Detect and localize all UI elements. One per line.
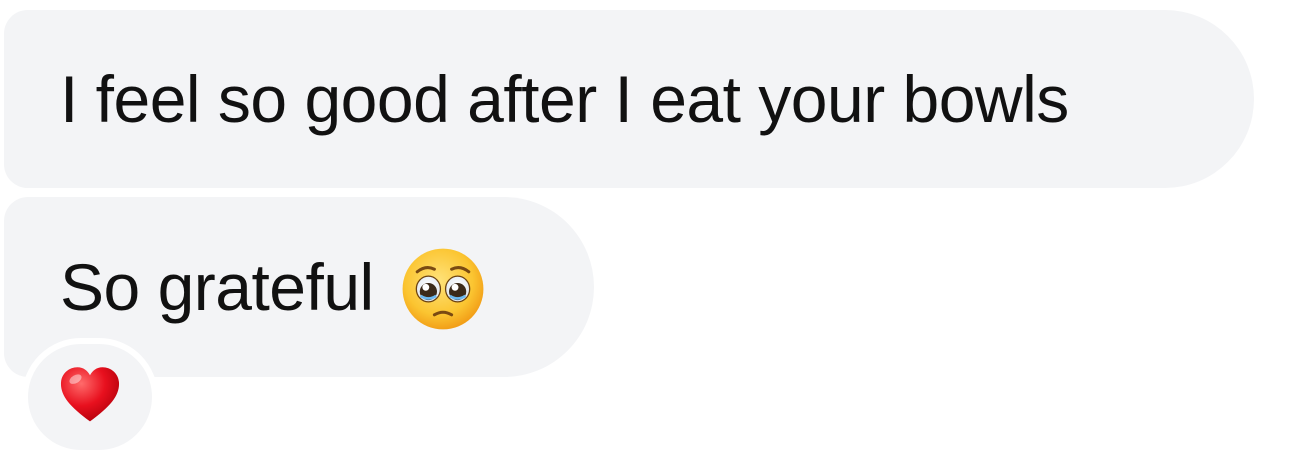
reaction-badge[interactable]	[22, 338, 158, 456]
pleading-face-icon	[400, 246, 486, 332]
message-bubble[interactable]: I feel so good after I eat your bowls	[4, 10, 1254, 188]
red-heart-icon	[57, 362, 123, 433]
message-text: So grateful	[60, 250, 374, 324]
message-text: I feel so good after I eat your bowls	[60, 62, 1069, 136]
